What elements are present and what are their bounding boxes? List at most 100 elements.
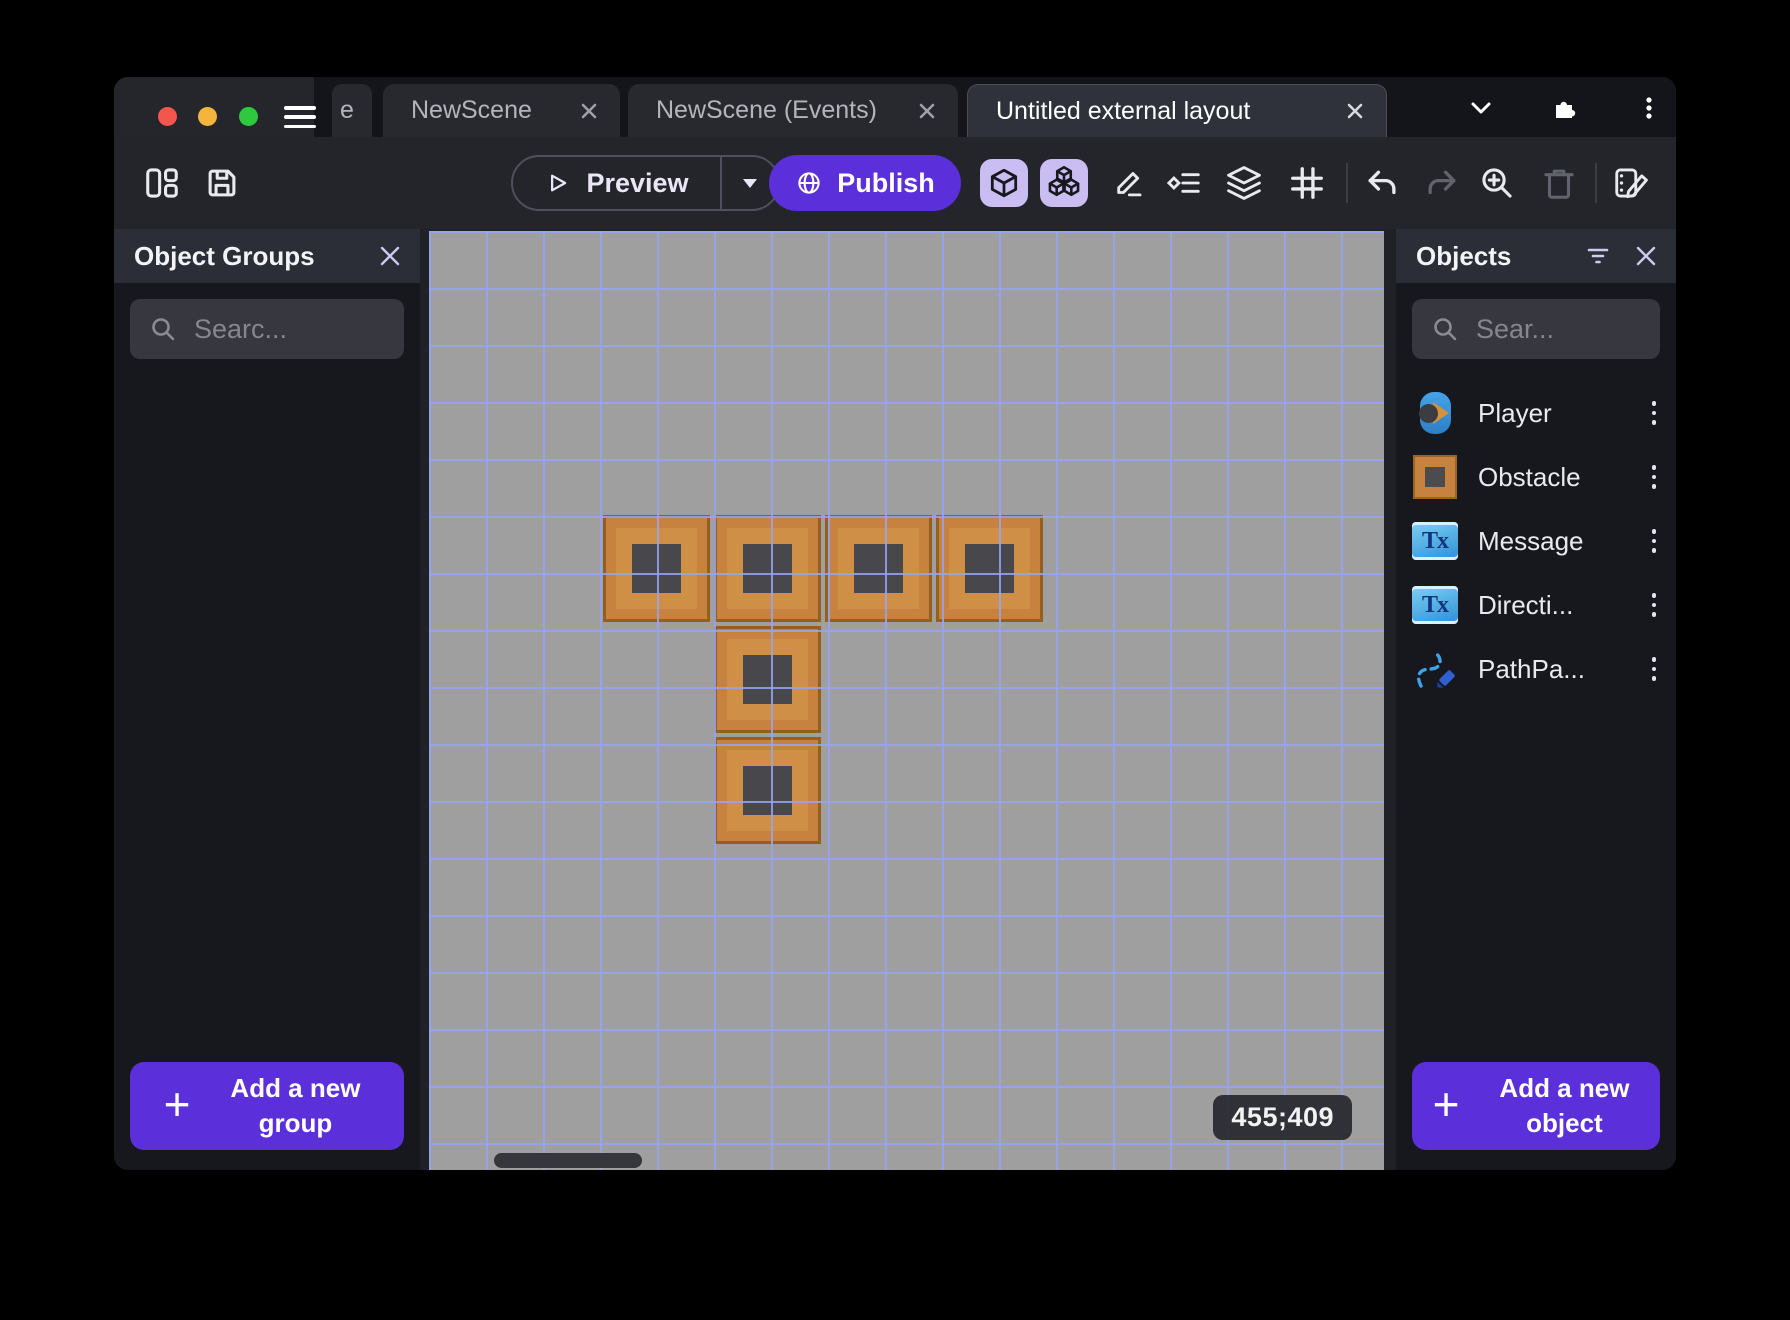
text-object-icon: Tx (1412, 518, 1458, 564)
dropdown-caret-icon (743, 179, 757, 188)
redo-icon[interactable] (1423, 164, 1461, 202)
objects-panel: Objects Sear... (1396, 229, 1676, 1170)
objects-list: Player Obstacle Tx Message (1412, 381, 1660, 701)
object-label: Obstacle (1478, 462, 1628, 493)
obstacle-block-instance[interactable] (825, 515, 932, 622)
tab-close-icon[interactable] (1346, 102, 1364, 120)
object-row-player[interactable]: Player (1412, 381, 1660, 445)
path-paint-icon (1412, 646, 1458, 692)
preview-button-main[interactable]: Preview (513, 157, 720, 209)
close-icon[interactable] (378, 244, 402, 268)
preview-button[interactable]: Preview (511, 155, 780, 211)
object-label: Player (1478, 398, 1628, 429)
app-window: e NewScene NewScene (Events) Untitled ex… (114, 77, 1676, 1170)
undo-icon[interactable] (1363, 164, 1401, 202)
object-menu-kebab-icon[interactable] (1648, 589, 1660, 621)
object-label: PathPa... (1478, 654, 1628, 685)
object-row-message[interactable]: Tx Message (1412, 509, 1660, 573)
canvas-blocks (429, 231, 1384, 1170)
text-object-icon: Tx (1412, 582, 1458, 628)
cube-icon (987, 166, 1021, 200)
objects-header: Objects (1396, 229, 1676, 283)
tab-close-icon[interactable] (580, 102, 598, 120)
publish-button[interactable]: Publish (769, 155, 961, 211)
project-manager-icon[interactable] (143, 164, 181, 202)
add-group-label: Add a new group (220, 1071, 370, 1141)
edit-objects-mode-button[interactable] (980, 159, 1028, 207)
add-object-label: Add a new object (1489, 1071, 1639, 1141)
tab-fragment-label: e (340, 96, 354, 125)
object-menu-kebab-icon[interactable] (1648, 397, 1660, 429)
object-groups-panel: Object Groups Searc... + Add a new group (114, 229, 420, 1170)
layers-icon[interactable] (1225, 164, 1263, 202)
object-label: Directi... (1478, 590, 1628, 621)
search-icon (150, 316, 176, 342)
scene-canvas[interactable]: 455;409 (429, 231, 1384, 1170)
close-window-button[interactable] (158, 107, 177, 126)
toolbar: Preview Publish (114, 137, 1676, 229)
tab-label: Untitled external layout (996, 97, 1250, 126)
save-icon[interactable] (203, 164, 241, 202)
content-area: Object Groups Searc... + Add a new group (114, 229, 1676, 1170)
tab-close-icon[interactable] (918, 102, 936, 120)
close-icon[interactable] (1634, 244, 1658, 268)
instances-list-icon[interactable] (1165, 164, 1203, 202)
tab-newscene-events[interactable]: NewScene (Events) (628, 84, 958, 137)
edit-instances-mode-button[interactable] (1040, 159, 1088, 207)
search-placeholder: Searc... (194, 314, 287, 345)
hamburger-menu-icon[interactable] (284, 106, 316, 128)
obstacle-block-instance[interactable] (714, 737, 821, 844)
obstacle-sprite-icon (1412, 454, 1458, 500)
horizontal-scrollbar[interactable] (494, 1153, 642, 1168)
add-new-group-button[interactable]: + Add a new group (130, 1062, 404, 1150)
object-row-pathpaint[interactable]: PathPa... (1412, 637, 1660, 701)
tab-newscene[interactable]: NewScene (383, 84, 620, 137)
globe-icon (795, 169, 823, 197)
object-row-obstacle[interactable]: Obstacle (1412, 445, 1660, 509)
minimize-window-button[interactable] (198, 107, 217, 126)
pencil-icon[interactable] (1108, 164, 1146, 202)
object-menu-kebab-icon[interactable] (1648, 653, 1660, 685)
toolbar-separator (1346, 163, 1348, 203)
objects-body: Sear... Player Obstacle (1396, 283, 1676, 1170)
cubes-stack-icon (1046, 165, 1082, 201)
tab-label: NewScene (Events) (656, 96, 877, 125)
tab-label: NewScene (411, 96, 532, 125)
zoom-window-button[interactable] (239, 107, 258, 126)
object-menu-kebab-icon[interactable] (1648, 525, 1660, 557)
edit-scene-icon[interactable] (1612, 164, 1650, 202)
object-groups-title: Object Groups (134, 241, 354, 272)
puzzle-extensions-icon[interactable] (1551, 95, 1577, 121)
player-sprite-icon (1412, 390, 1458, 436)
object-row-directions[interactable]: Tx Directi... (1412, 573, 1660, 637)
toolbar-separator (1595, 163, 1597, 203)
kebab-menu-icon[interactable] (1636, 95, 1662, 121)
filter-icon[interactable] (1586, 244, 1610, 268)
trash-icon[interactable] (1540, 164, 1578, 202)
chevron-down-icon[interactable] (1468, 95, 1494, 121)
tab-untitled-external-layout[interactable]: Untitled external layout (967, 84, 1387, 137)
object-groups-header: Object Groups (114, 229, 420, 283)
object-groups-search-input[interactable]: Searc... (130, 299, 404, 359)
tab-overflow-fragment[interactable]: e (332, 84, 372, 137)
preview-label: Preview (586, 168, 688, 199)
titlebar: e NewScene NewScene (Events) Untitled ex… (114, 77, 1676, 137)
objects-title: Objects (1416, 241, 1562, 272)
search-icon (1432, 316, 1458, 342)
obstacle-block-instance[interactable] (714, 515, 821, 622)
publish-label: Publish (837, 168, 935, 199)
plus-icon: + (164, 1081, 191, 1127)
cursor-coordinates-badge: 455;409 (1213, 1095, 1352, 1140)
obstacle-block-instance[interactable] (714, 626, 821, 733)
object-groups-body: Searc... + Add a new group (114, 283, 420, 1170)
obstacle-block-instance[interactable] (603, 515, 710, 622)
object-label: Message (1478, 526, 1628, 557)
zoom-in-icon[interactable] (1478, 164, 1516, 202)
grid-icon[interactable] (1288, 164, 1326, 202)
search-placeholder: Sear... (1476, 314, 1554, 345)
plus-icon: + (1433, 1081, 1460, 1127)
obstacle-block-instance[interactable] (936, 515, 1043, 622)
object-menu-kebab-icon[interactable] (1648, 461, 1660, 493)
add-new-object-button[interactable]: + Add a new object (1412, 1062, 1660, 1150)
objects-search-input[interactable]: Sear... (1412, 299, 1660, 359)
